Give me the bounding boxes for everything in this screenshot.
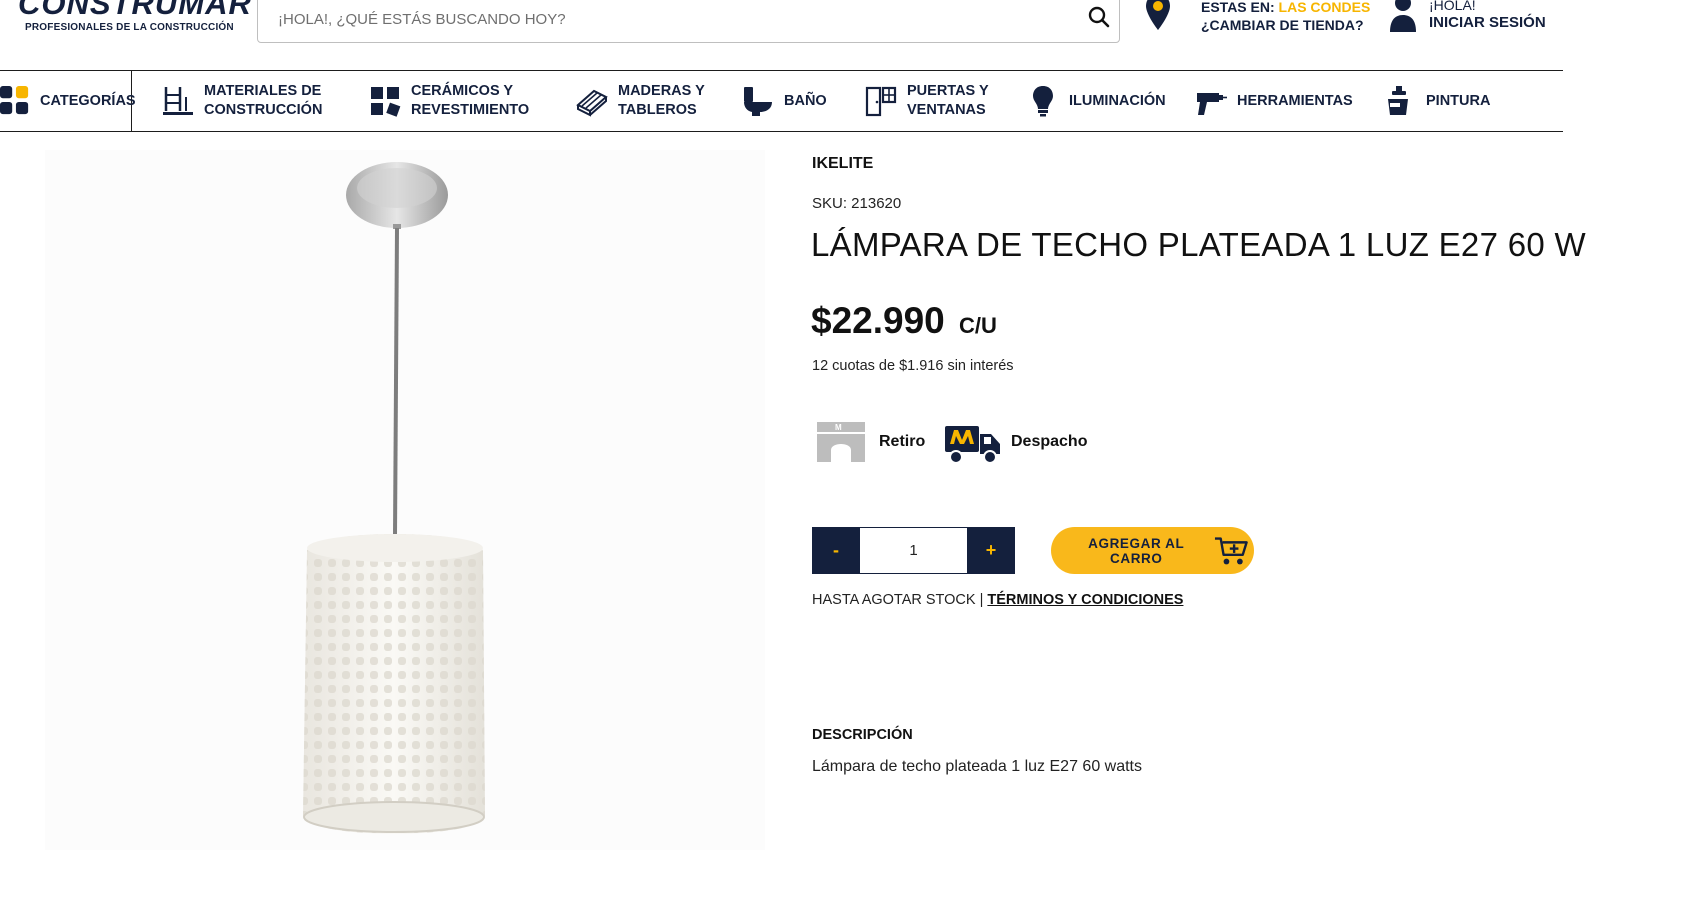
categories-grid-icon (0, 86, 29, 115)
toilet-icon (744, 87, 772, 116)
delivery-option-label[interactable]: Despacho (1011, 433, 1087, 451)
category-nav: CATEGORÍAS MATERIALES DE CONSTRUCCIÓN CER… (0, 70, 1563, 132)
door-window-icon (865, 86, 897, 117)
stock-note: HASTA AGOTAR STOCK | TÉRMINOS Y CONDICIO… (812, 592, 1184, 608)
paint-bucket-icon (1388, 86, 1408, 115)
store-prefix: ESTAS EN: (1201, 0, 1275, 15)
nav-label: BAÑO (784, 92, 827, 109)
description-heading: DESCRIPCIÓN (812, 727, 913, 743)
nav-label: ILUMINACIÓN (1069, 92, 1166, 109)
store-name: LAS CONDES (1278, 0, 1371, 15)
store-selector[interactable]: ESTAS EN: LAS CONDES ¿CAMBIAR DE TIENDA? (1201, 0, 1370, 34)
user-greeting: ¡HOLA! (1429, 0, 1476, 13)
nav-label: MADERAS Y TABLEROS (618, 83, 705, 118)
product-image[interactable] (45, 150, 765, 850)
nav-iluminacion[interactable]: ILUMINACIÓN (1027, 71, 1166, 131)
price-unit: C/U (959, 313, 997, 338)
nav-puertas[interactable]: PUERTAS Y VENTANAS (865, 71, 989, 131)
qty-increment-button[interactable]: + (967, 527, 1015, 574)
tiles-icon (371, 87, 401, 117)
nav-maderas[interactable]: MADERAS Y TABLEROS (576, 71, 705, 131)
delivery-truck-icon[interactable] (943, 422, 1003, 466)
store-pickup-icon[interactable]: M (815, 420, 867, 464)
nav-label: PINTURA (1426, 92, 1491, 109)
location-pin-icon[interactable] (1144, 0, 1172, 34)
add-to-cart-button[interactable]: AGREGAR AL CARRO (1051, 527, 1254, 574)
scaffold-icon (163, 87, 193, 115)
user-icon[interactable] (1388, 0, 1418, 34)
nav-categories-label: CATEGORÍAS (40, 92, 136, 109)
login-link[interactable]: INICIAR SESIÓN (1429, 14, 1546, 32)
price-value: $22.990 (811, 300, 945, 341)
change-store-link[interactable]: ¿CAMBIAR DE TIENDA? (1201, 16, 1370, 34)
nav-bano[interactable]: BAÑO (742, 71, 827, 131)
nav-categories[interactable]: CATEGORÍAS (0, 71, 136, 131)
nav-label: PUERTAS Y VENTANAS (907, 83, 989, 118)
nav-pintura[interactable]: PINTURA (1384, 71, 1490, 131)
search-icon[interactable] (1087, 5, 1111, 29)
nav-label: HERRAMIENTAS (1237, 92, 1353, 109)
add-to-cart-label: AGREGAR AL CARRO (1088, 535, 1185, 566)
nav-label: MATERIALES DE CONSTRUCCIÓN (204, 83, 323, 118)
description-text: Lámpara de techo plateada 1 luz E27 60 w… (812, 758, 1142, 775)
product-sku: SKU: 213620 (812, 195, 902, 212)
installments-text: 12 cuotas de $1.916 sin interés (812, 358, 1014, 374)
logo[interactable]: CONSTRUMART PROFESIONALES DE LA CONSTRUC… (18, 0, 272, 33)
qty-decrement-button[interactable]: - (812, 527, 860, 574)
search-input[interactable] (276, 7, 1060, 31)
logo-wordmark: CONSTRUMART (18, 0, 272, 21)
logo-tagline: PROFESIONALES DE LA CONSTRUCCIÓN (25, 22, 234, 33)
lightbulb-icon (1033, 86, 1053, 117)
pendant-lamp-image (303, 162, 485, 834)
drill-icon (1197, 93, 1227, 115)
product-title: LÁMPARA DE TECHO PLATEADA 1 LUZ E27 60 W (811, 226, 1586, 263)
product-price: $22.990 C/U (811, 300, 997, 342)
nav-label: CERÁMICOS Y REVESTIMIENTO (411, 83, 530, 118)
nav-materiales[interactable]: MATERIALES DE CONSTRUCCIÓN (162, 71, 322, 131)
pickup-option-label[interactable]: Retiro (879, 433, 925, 451)
terms-link[interactable]: TÉRMINOS Y CONDICIONES (987, 592, 1183, 608)
nav-ceramicos[interactable]: CERÁMICOS Y REVESTIMIENTO (369, 71, 529, 131)
search-box (257, 0, 1120, 43)
cart-plus-icon (1214, 536, 1248, 564)
login-area[interactable]: ¡HOLA! INICIAR SESIÓN (1429, 0, 1546, 32)
svg-text:M: M (835, 423, 842, 432)
nav-herramientas[interactable]: HERRAMIENTAS (1195, 71, 1353, 131)
wood-planks-icon (576, 89, 608, 117)
product-brand[interactable]: IKELITE (812, 155, 873, 173)
quantity-input[interactable] (859, 527, 968, 574)
